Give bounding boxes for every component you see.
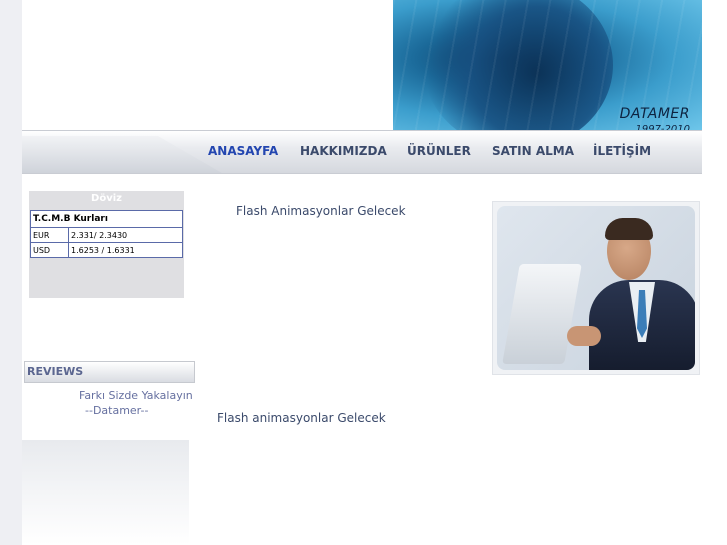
computer-monitor (502, 264, 582, 364)
table-header-row: T.C.M.B Kurları (30, 210, 183, 228)
table-row: USD 1.6253 / 1.6331 (30, 242, 183, 258)
main-navigation: ANASAYFA HAKKIMIZDA ÜRÜNLER SATIN ALMA İ… (22, 130, 702, 174)
review-quote: Farkı Sizde Yakalayın (79, 389, 193, 402)
nav-swoosh-decoration (22, 136, 222, 173)
review-author: --Datamer-- (85, 404, 149, 417)
left-column-fade (22, 440, 189, 545)
nav-item-iletisim[interactable]: İLETİŞİM (593, 144, 651, 158)
table-row: EUR 2.331/ 2.3430 (30, 227, 183, 243)
currency-rate: 1.6253 / 1.6331 (68, 242, 183, 258)
flash-placeholder-text: Flash Animasyonlar Gelecek (236, 204, 406, 218)
nav-item-urunler[interactable]: ÜRÜNLER (407, 144, 471, 158)
exchange-rates-table: T.C.M.B Kurları EUR 2.331/ 2.3430 USD 1.… (30, 210, 183, 258)
currency-rate: 2.331/ 2.3430 (68, 227, 183, 243)
reviews-header: REVIEWS (24, 361, 195, 383)
nav-item-hakkimizda[interactable]: HAKKIMIZDA (300, 144, 387, 158)
currency-code: USD (30, 242, 69, 258)
nav-item-anasayfa[interactable]: ANASAYFA (208, 144, 278, 158)
header-banner-image: DATAMER 1997-2010 (393, 0, 702, 130)
nav-item-satin-alma[interactable]: SATIN ALMA (492, 144, 574, 158)
currency-code: EUR (30, 227, 69, 243)
hand (567, 326, 601, 346)
photo-image (497, 206, 695, 370)
hair (605, 218, 653, 240)
banner-title: DATAMER (619, 106, 690, 122)
doviz-title: Döviz (91, 193, 122, 204)
reviews-title: REVIEWS (27, 365, 84, 378)
flash-placeholder-text-2: Flash animasyonlar Gelecek (217, 411, 386, 425)
businessman-photo (492, 201, 700, 375)
rates-table-header: T.C.M.B Kurları (30, 210, 183, 228)
